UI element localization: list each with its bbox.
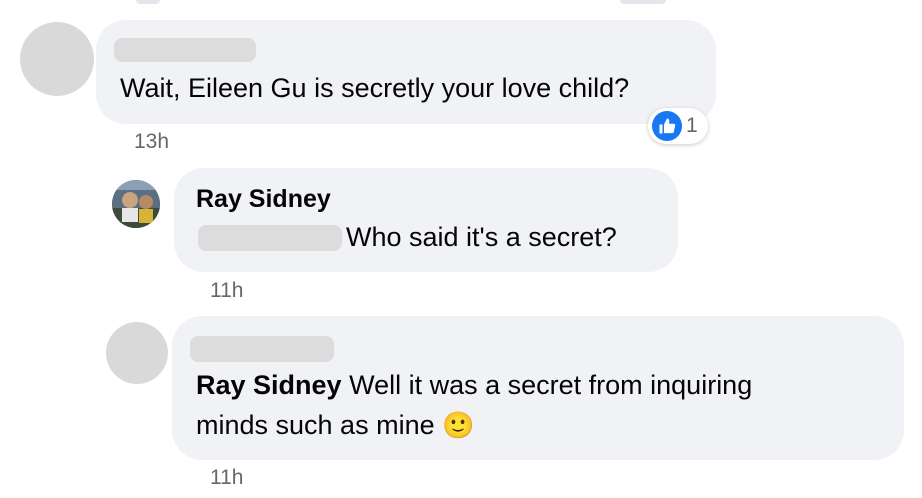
comment-text: minds such as mine [196, 410, 435, 440]
avatar[interactable] [106, 322, 168, 384]
comment-timestamp[interactable]: 13h [134, 130, 169, 154]
avatar-ray-sidney[interactable] [112, 180, 160, 228]
avatar[interactable] [20, 22, 94, 96]
reply-bubble: Ray Sidney Who said it's a secret? [174, 168, 678, 272]
comment-author[interactable]: Ray Sidney [196, 182, 331, 216]
comment-text-line-2: minds such as mine 🙂 [196, 408, 475, 442]
like-icon [652, 111, 682, 141]
previous-comment-stub [136, 0, 160, 4]
comment-bubble: Wait, Eileen Gu is secretly your love ch… [96, 20, 716, 124]
previous-reaction-stub [620, 0, 666, 4]
reaction-summary[interactable]: 1 [648, 108, 708, 144]
comment-text-line-1: Ray Sidney Well it was a secret from inq… [196, 368, 752, 402]
comment-text: Well it was a secret from inquiring [349, 370, 753, 400]
comment-timestamp[interactable]: 11h [210, 279, 243, 303]
comment-timestamp[interactable]: 11h [210, 466, 243, 490]
reaction-count: 1 [686, 114, 698, 137]
redacted-author-name[interactable] [190, 336, 334, 362]
mention-ray-sidney[interactable]: Ray Sidney [196, 370, 342, 400]
redacted-mention[interactable] [198, 225, 342, 251]
comment-text: Who said it's a secret? [346, 222, 617, 252]
reply-bubble: Ray Sidney Well it was a secret from inq… [172, 316, 904, 460]
slightly-smiling-face-emoji: 🙂 [442, 410, 475, 440]
comment-text: Wait, Eileen Gu is secretly your love ch… [120, 73, 630, 103]
redacted-author-name[interactable] [114, 38, 256, 62]
